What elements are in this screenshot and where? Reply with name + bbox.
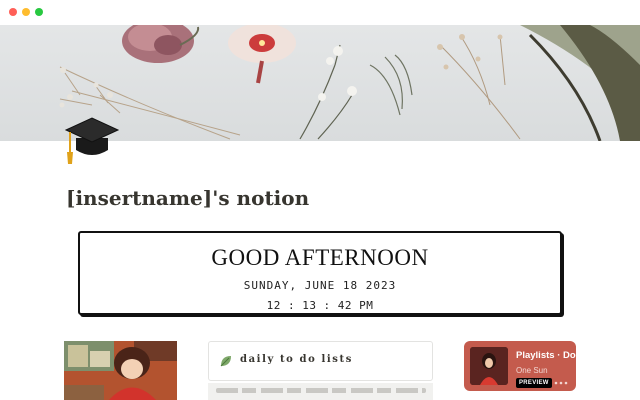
more-options-icon[interactable] bbox=[554, 381, 568, 385]
window-titlebar bbox=[0, 0, 640, 25]
zoom-window-button[interactable] bbox=[35, 8, 43, 16]
leaf-icon bbox=[220, 356, 231, 367]
graduation-cap-icon[interactable] bbox=[64, 112, 120, 168]
preview-badge: PREVIEW bbox=[516, 378, 552, 388]
page-title[interactable]: [insertname]'s notion bbox=[66, 186, 309, 210]
todo-card-title: daily to do lists bbox=[240, 354, 353, 365]
playlist-cover-image[interactable] bbox=[470, 347, 508, 385]
minimize-window-button[interactable] bbox=[22, 8, 30, 16]
artist-name[interactable]: One Sun bbox=[516, 366, 548, 375]
greeting-clock-widget: GOOD AFTERNOON SUNDAY, JUNE 18 2023 12 :… bbox=[78, 231, 562, 315]
greeting-text: GOOD AFTERNOON bbox=[211, 245, 429, 270]
anime-girl-image[interactable] bbox=[64, 341, 177, 400]
todo-list-card[interactable]: daily to do lists bbox=[208, 341, 433, 381]
time-display: 12 : 13 : 42 PM bbox=[266, 299, 374, 312]
todo-card-preview bbox=[208, 383, 433, 400]
playlist-title[interactable]: Playlists · Do bbox=[516, 350, 576, 361]
todo-preview-text bbox=[216, 388, 426, 393]
date-display: SUNDAY, JUNE 18 2023 bbox=[243, 279, 397, 292]
spotify-embed[interactable]: Playlists · Do One Sun PREVIEW bbox=[464, 341, 576, 391]
close-window-button[interactable] bbox=[9, 8, 17, 16]
